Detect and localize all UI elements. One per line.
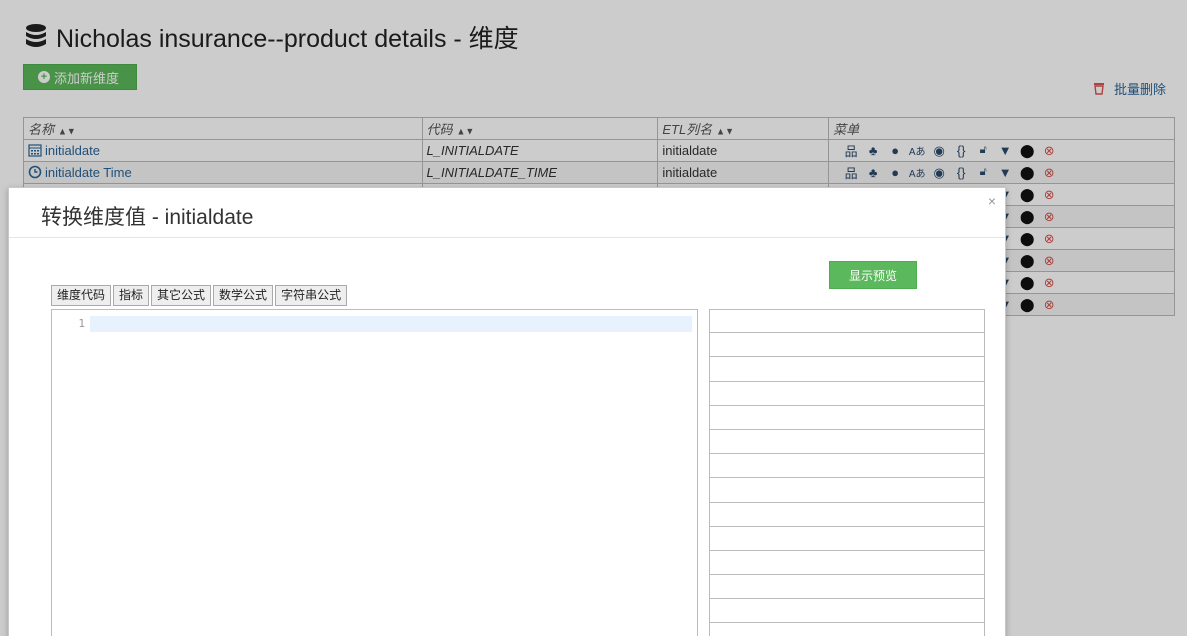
preview-row bbox=[710, 599, 984, 624]
tab-metric[interactable]: 指标 bbox=[113, 285, 150, 306]
formula-tabs: 维度代码 指标 其它公式 数学公式 字符串公式 bbox=[51, 285, 348, 306]
preview-row bbox=[710, 503, 984, 527]
tab-other-formula[interactable]: 其它公式 bbox=[151, 285, 212, 306]
preview-row bbox=[710, 527, 984, 551]
preview-row bbox=[710, 575, 984, 600]
preview-row bbox=[710, 309, 984, 334]
tab-string-formula[interactable]: 字符串公式 bbox=[275, 285, 348, 306]
preview-row bbox=[710, 406, 984, 430]
modal-header: 转换维度值 - initialdate × bbox=[9, 188, 1005, 238]
tab-math-formula[interactable]: 数学公式 bbox=[213, 285, 274, 306]
active-line[interactable] bbox=[90, 316, 692, 332]
preview-row bbox=[710, 357, 984, 382]
preview-row bbox=[710, 478, 984, 503]
preview-row bbox=[710, 623, 984, 636]
tab-dimension-code[interactable]: 维度代码 bbox=[51, 285, 112, 306]
close-icon[interactable]: × bbox=[988, 193, 996, 209]
show-preview-button[interactable]: 显示预览 bbox=[829, 261, 917, 289]
preview-row bbox=[710, 430, 984, 455]
transform-dimension-modal: 转换维度值 - initialdate × 显示预览 维度代码 指标 其它公式 … bbox=[8, 187, 1006, 636]
code-editor[interactable]: 1 bbox=[51, 309, 698, 636]
preview-row bbox=[710, 382, 984, 406]
modal-title: 转换维度值 - initialdate bbox=[41, 206, 254, 229]
preview-row bbox=[710, 551, 984, 576]
preview-row bbox=[710, 333, 984, 358]
editor-gutter: 1 bbox=[52, 310, 90, 636]
line-number: 1 bbox=[78, 317, 85, 330]
preview-panel bbox=[709, 309, 985, 636]
preview-row bbox=[710, 454, 984, 479]
